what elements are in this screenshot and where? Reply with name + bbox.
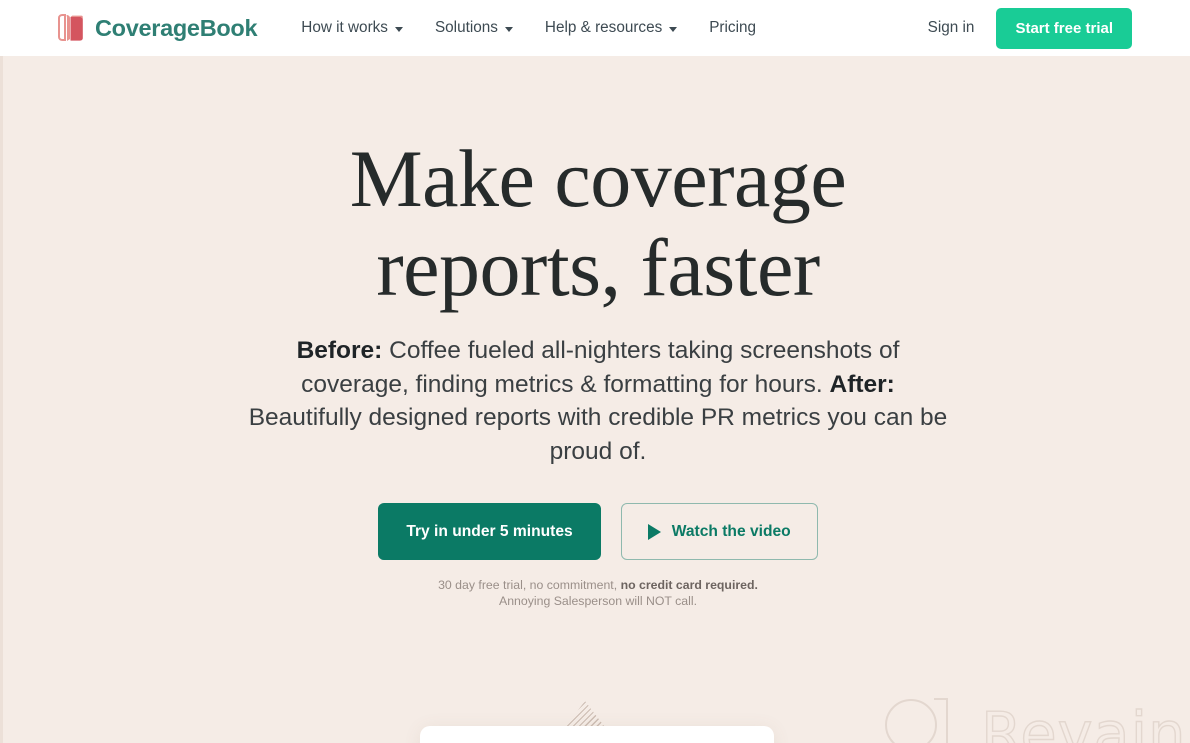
- before-text: Coffee fueled all-nighters taking screen…: [301, 337, 900, 398]
- hero-subheading: Before: Coffee fueled all-nighters takin…: [242, 334, 954, 468]
- headline-line-1: Make coverage: [349, 133, 847, 224]
- book-logo-icon: [56, 13, 84, 43]
- report-preview-card[interactable]: World Tour Coverage Report: [420, 726, 774, 743]
- fineprint-line-1a: 30 day free trial, no commitment,: [438, 578, 621, 592]
- nav-label: Help & resources: [544, 19, 663, 36]
- nav-actions: Sign in Start free trial: [906, 7, 1132, 49]
- hero-content: Make coverage reports, faster Before: Co…: [3, 56, 1190, 609]
- fineprint-line-1b: no credit card required.: [620, 578, 758, 592]
- trial-fineprint: 30 day free trial, no commitment, no cre…: [3, 578, 1190, 609]
- nav-item-help-resources[interactable]: Help & resources: [529, 13, 693, 43]
- nav-label: Pricing: [709, 19, 756, 36]
- before-label: Before:: [296, 337, 383, 364]
- try-free-button[interactable]: Try in under 5 minutes: [378, 503, 601, 560]
- nav-item-solutions[interactable]: Solutions: [419, 13, 529, 43]
- sign-in-link[interactable]: Sign in: [906, 13, 997, 43]
- fineprint-line-2: Annoying Salesperson will NOT call.: [499, 593, 697, 608]
- play-triangle-icon: [647, 523, 661, 540]
- nav-item-pricing[interactable]: Pricing: [693, 13, 772, 43]
- nav-label: Solutions: [434, 19, 498, 36]
- page-title: Make coverage reports, faster: [3, 134, 1190, 312]
- chevron-down-icon: [394, 26, 403, 32]
- chevron-down-icon: [669, 26, 678, 32]
- nav-label: How it works: [301, 19, 388, 36]
- watch-video-label: Watch the video: [671, 522, 791, 540]
- nav-item-how-it-works[interactable]: How it works: [285, 13, 419, 43]
- revain-logo-icon: [875, 693, 959, 743]
- after-label: After:: [829, 370, 895, 398]
- chevron-down-icon: [504, 26, 513, 32]
- primary-nav-links: How it works Solutions Help & resources …: [285, 13, 772, 43]
- hero-section: Make coverage reports, faster Before: Co…: [0, 56, 1190, 743]
- revain-watermark: Revain: [875, 693, 1187, 743]
- brand-name-text: CoverageBook: [95, 14, 258, 41]
- hero-cta-row: Try in under 5 minutes Watch the video: [3, 503, 1190, 560]
- headline-line-2: reports, faster: [376, 222, 820, 313]
- revain-watermark-text: Revain: [980, 698, 1187, 743]
- brand-logo-link[interactable]: CoverageBook: [56, 13, 258, 43]
- top-navigation-bar: CoverageBook How it works Solutions Help…: [0, 0, 1190, 56]
- start-free-trial-button[interactable]: Start free trial: [996, 7, 1132, 49]
- after-text: Beautifully designed reports with credib…: [248, 404, 948, 465]
- hatched-triangle-decoration: [566, 701, 604, 726]
- watch-video-button[interactable]: Watch the video: [620, 503, 818, 560]
